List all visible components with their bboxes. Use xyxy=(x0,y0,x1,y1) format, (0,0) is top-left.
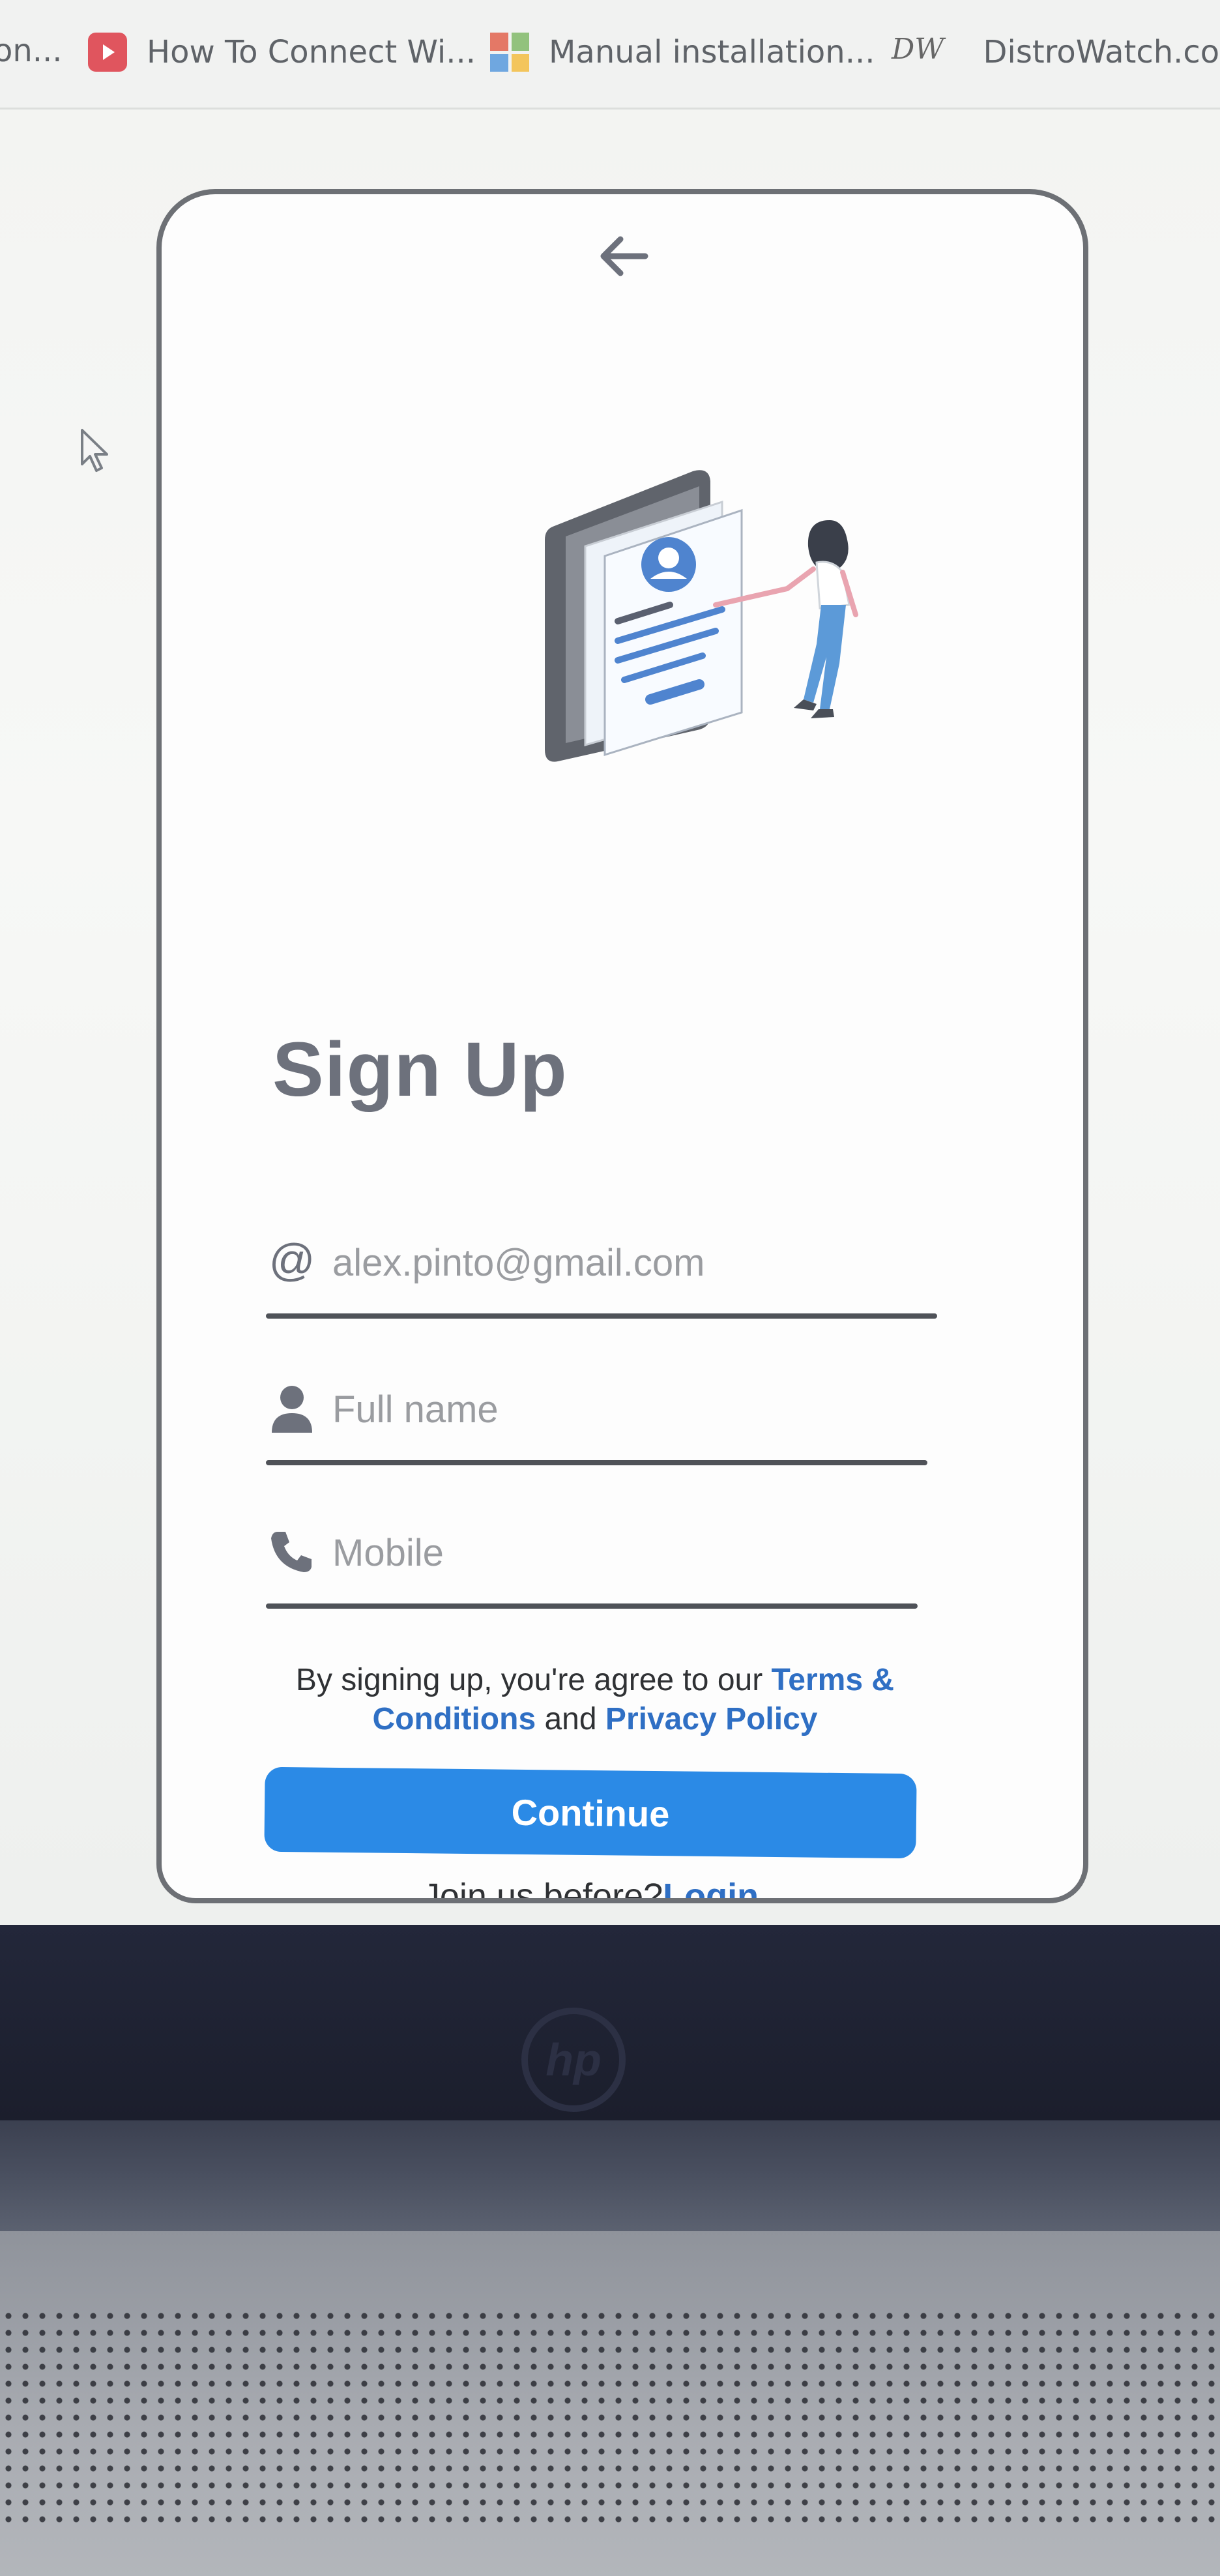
bookmark-label: Manual installation... xyxy=(549,34,875,70)
back-arrow-icon[interactable] xyxy=(592,224,657,289)
mobile-input[interactable] xyxy=(331,1523,920,1583)
field-underline xyxy=(266,1313,937,1319)
field-underline xyxy=(266,1603,918,1609)
bookmark-item[interactable]: How To Connect Wi... xyxy=(88,33,476,72)
email-field[interactable]: @ xyxy=(266,1221,937,1319)
full-name-field[interactable] xyxy=(266,1368,927,1465)
page-title: Sign Up xyxy=(272,1027,568,1113)
bookmarks-bar: on... How To Connect Wi... Manual instal… xyxy=(0,0,1220,110)
bookmark-label: DistroWatch.com: I xyxy=(983,34,1220,70)
privacy-policy-link[interactable]: Privacy Policy xyxy=(605,1702,818,1736)
bookmark-item[interactable]: on... xyxy=(0,33,63,69)
phone-icon xyxy=(266,1524,318,1576)
terms-prefix: By signing up, you're agree to our xyxy=(295,1663,763,1697)
mobile-field[interactable] xyxy=(266,1511,920,1609)
screen-area: Sign Up @ alex.pinto@gmail.com Full name… xyxy=(0,110,1220,1982)
youtube-icon xyxy=(88,33,127,72)
user-icon xyxy=(266,1381,318,1433)
signup-card: Sign Up @ alex.pinto@gmail.com Full name… xyxy=(156,189,1088,1903)
join-prefix: Join us before? xyxy=(422,1877,663,1903)
distrowatch-icon: DW xyxy=(892,33,944,66)
login-prompt: Join us before?Login xyxy=(265,1876,916,1903)
bookmark-item[interactable]: DW DistroWatch.com: I xyxy=(892,33,1220,72)
signup-illustration xyxy=(527,448,918,813)
continue-button[interactable]: Continue xyxy=(264,1766,917,1859)
bookmark-label: How To Connect Wi... xyxy=(147,34,476,70)
at-icon: @ xyxy=(269,1235,315,1285)
email-input[interactable] xyxy=(331,1233,920,1293)
laptop-hinge xyxy=(0,2120,1220,2231)
hp-logo: hp xyxy=(521,2008,626,2112)
full-name-input[interactable] xyxy=(331,1379,920,1439)
microsoft-icon xyxy=(490,33,529,72)
speaker-grille xyxy=(0,2307,1220,2523)
mouse-cursor-icon xyxy=(80,428,112,476)
bookmark-label: on... xyxy=(0,33,63,69)
terms-notice: By signing up, you're agree to our Terms… xyxy=(263,1661,927,1739)
bookmark-item[interactable]: Manual installation... xyxy=(490,33,875,72)
login-link[interactable]: Login xyxy=(663,1877,759,1898)
terms-and-text: and xyxy=(544,1702,597,1736)
field-underline xyxy=(266,1460,927,1465)
